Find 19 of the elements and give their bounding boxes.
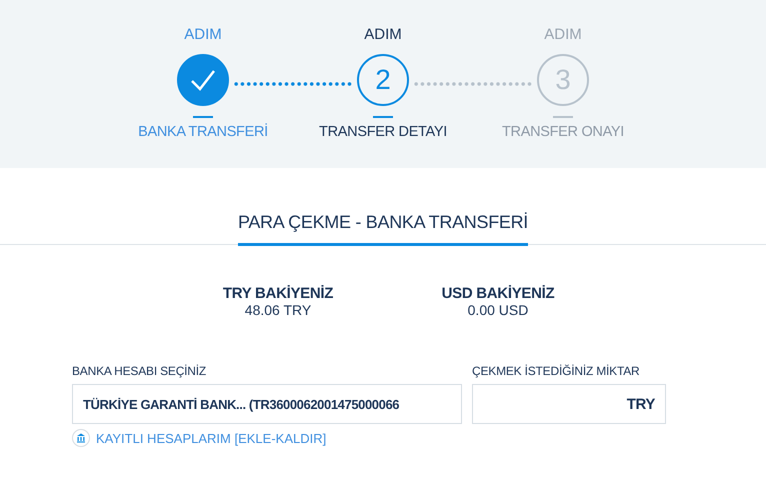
amount-field[interactable]: TRY (472, 384, 666, 424)
field-label: ÇEKMEK İSTEDİĞİNİZ MİKTAR (472, 364, 640, 378)
step-label: TRANSFER ONAYI (502, 124, 624, 140)
step-caption: ADIM (184, 26, 222, 45)
step-circle: 2 (357, 54, 409, 106)
bank-icon (72, 429, 90, 447)
step-caption: ADIM (544, 26, 582, 45)
page-title: PARA ÇEKME - BANKA TRANSFERİ (238, 212, 528, 246)
step-label: TRANSFER DETAYI (319, 124, 447, 140)
step-label: BANKA TRANSFERİ (138, 124, 268, 140)
field-label: BANKA HESABI SEÇİNİZ (72, 364, 208, 378)
balance-label: USD BAKİYENİZ (442, 285, 554, 302)
step-caption: ADIM (364, 26, 402, 45)
step-circle: 3 (537, 54, 589, 106)
check-icon (189, 68, 217, 92)
bank-account-select[interactable]: TÜRKİYE GARANTİ BANK... (TR3600062001475000066 (72, 384, 462, 424)
balance-label: TRY BAKİYENİZ (222, 285, 334, 302)
balance-value: 0.00 USD (468, 302, 528, 318)
balance-value: 48.06 TRY (244, 302, 312, 318)
